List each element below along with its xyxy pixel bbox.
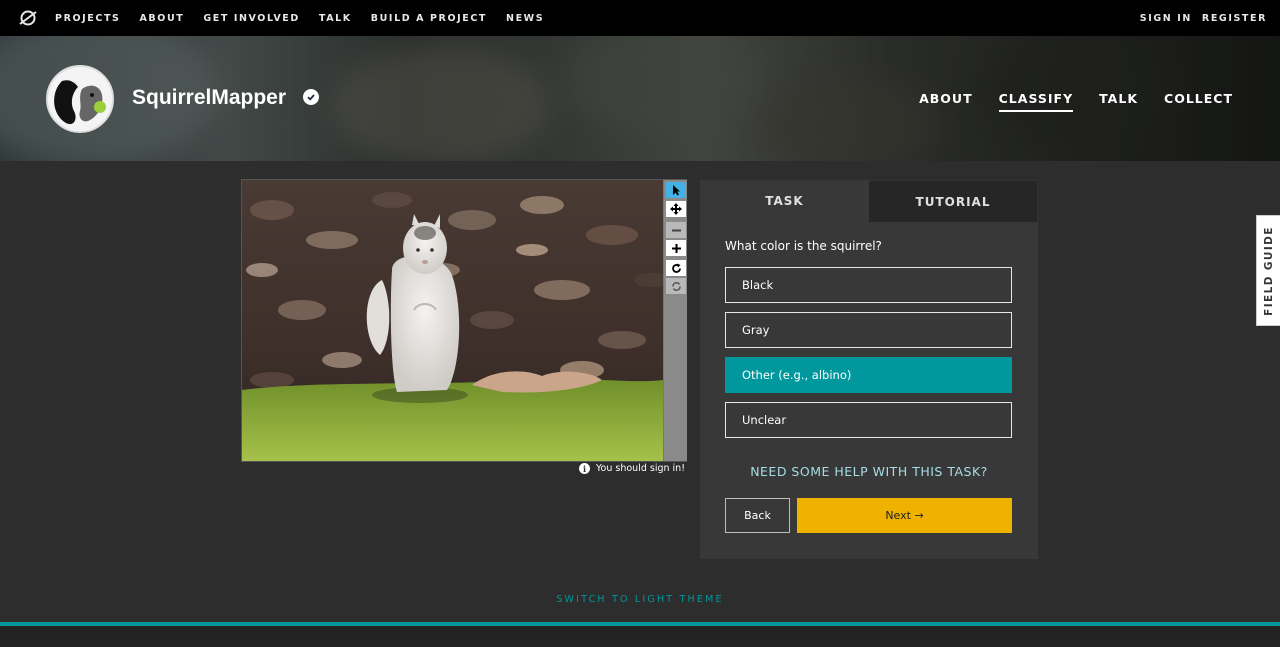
task-help-link[interactable]: NEED SOME HELP WITH THIS TASK? <box>700 464 1038 479</box>
task-tabs: TASK TUTORIAL <box>700 180 1038 222</box>
answer-black[interactable]: Black <box>725 267 1012 303</box>
zoom-in-icon <box>671 243 681 253</box>
project-avatar[interactable] <box>46 65 114 133</box>
project-nav-classify[interactable]: CLASSIFY <box>998 91 1074 112</box>
pan-icon <box>670 203 682 215</box>
next-button[interactable]: Next → <box>797 498 1012 533</box>
field-guide-tab[interactable]: FIELD GUIDE <box>1256 215 1280 326</box>
pointer-icon <box>673 185 680 196</box>
rotate-button[interactable] <box>666 260 686 276</box>
sign-in-warning-text: You should sign in! <box>596 463 686 474</box>
task-panel: TASK TUTORIAL What color is the squirrel… <box>700 180 1038 559</box>
project-nav-collect[interactable]: COLLECT <box>1164 91 1233 112</box>
rotate-icon <box>671 263 681 273</box>
sign-in-warning[interactable]: i You should sign in! <box>579 463 685 474</box>
top-nav-links: PROJECTS ABOUT GET INVOLVED TALK BUILD A… <box>55 0 563 36</box>
top-nav-get-involved[interactable]: GET INVOLVED <box>203 13 300 24</box>
project-nav-talk[interactable]: TALK <box>1099 91 1138 112</box>
subject-viewer <box>241 179 687 462</box>
reset-icon <box>671 281 681 291</box>
verified-badge-icon <box>303 89 319 105</box>
account-links: SIGN IN REGISTER <box>1130 0 1267 36</box>
tab-task[interactable]: TASK <box>700 180 869 222</box>
project-title[interactable]: SquirrelMapper <box>132 86 286 110</box>
top-nav-talk[interactable]: TALK <box>319 13 352 24</box>
zoom-out-icon <box>671 229 681 231</box>
zooniverse-logo-icon[interactable] <box>19 9 37 27</box>
top-nav-about[interactable]: ABOUT <box>139 13 184 24</box>
answer-gray[interactable]: Gray <box>725 312 1012 348</box>
back-button[interactable]: Back <box>725 498 790 533</box>
footer <box>0 626 1280 647</box>
pan-tool-button[interactable] <box>666 201 686 217</box>
register-link[interactable]: REGISTER <box>1202 13 1267 24</box>
zoom-out-button[interactable] <box>666 222 686 238</box>
top-nav-projects[interactable]: PROJECTS <box>55 13 120 24</box>
tab-tutorial[interactable]: TUTORIAL <box>869 180 1038 222</box>
field-guide-label: FIELD GUIDE <box>1262 225 1275 316</box>
top-nav: PROJECTS ABOUT GET INVOLVED TALK BUILD A… <box>0 0 1280 36</box>
answer-other[interactable]: Other (e.g., albino) <box>725 357 1012 393</box>
answer-unclear[interactable]: Unclear <box>725 402 1012 438</box>
project-nav-about[interactable]: ABOUT <box>919 91 973 112</box>
sign-in-link[interactable]: SIGN IN <box>1140 13 1192 24</box>
info-icon: i <box>579 463 590 474</box>
pointer-tool-button[interactable] <box>666 182 686 198</box>
theme-switch-link[interactable]: SWITCH TO LIGHT THEME <box>0 594 1280 605</box>
viewer-toolbar <box>664 180 687 461</box>
project-header: SquirrelMapper ABOUT CLASSIFY TALK COLLE… <box>0 36 1280 161</box>
zoom-in-button[interactable] <box>666 240 686 256</box>
top-nav-news[interactable]: NEWS <box>506 13 544 24</box>
top-nav-build-a-project[interactable]: BUILD A PROJECT <box>371 13 487 24</box>
project-nav: ABOUT CLASSIFY TALK COLLECT <box>893 91 1233 112</box>
reset-button[interactable] <box>666 278 686 294</box>
subject-image[interactable] <box>242 180 663 461</box>
task-question: What color is the squirrel? <box>725 239 882 253</box>
